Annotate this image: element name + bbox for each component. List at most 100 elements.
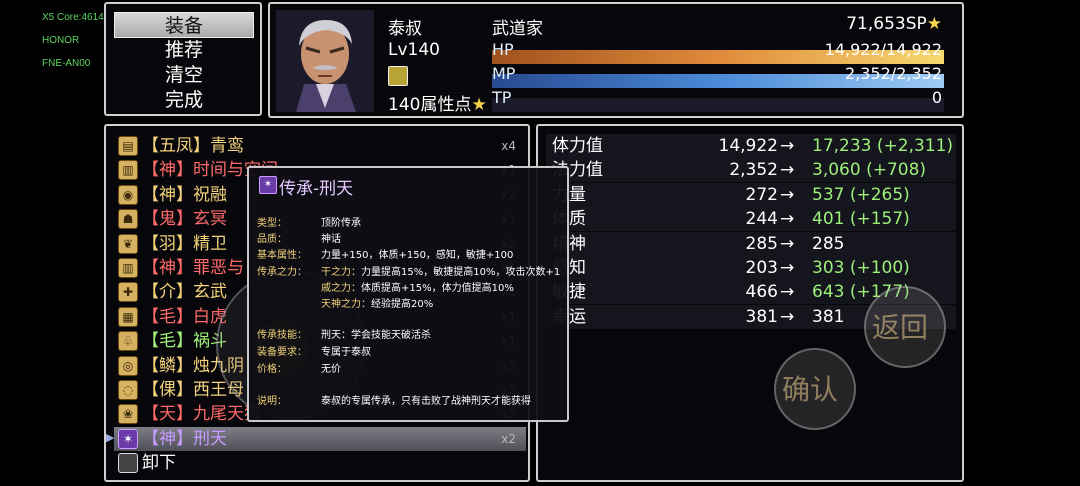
state-icon (388, 66, 408, 86)
param-arrow: → (780, 282, 795, 303)
unequip-row[interactable]: 卸下 (114, 451, 526, 475)
selection-cursor-icon: ▶ (106, 430, 115, 444)
device-brand-text: HONOR (42, 35, 80, 46)
eye-icon: ◉ (118, 184, 138, 205)
actor-level: Lv140 (388, 40, 440, 60)
actor-class: 武道家 (492, 19, 543, 39)
param-before: 203 (745, 258, 778, 278)
item-row[interactable]: ▤ 【五凤】青鸾 x4 (114, 134, 526, 158)
item-detail-tooltip: ✶ 传承-刑天 类型： 顶阶传承 品质： 神话 基本属性： 力量+150，体质+… (247, 166, 569, 422)
power-line-3: 天神之力：经验提高20% (321, 299, 434, 310)
param-after: 303 (+100) (812, 258, 910, 278)
mp-label: MP (492, 64, 516, 83)
type-label: 类型： (257, 218, 287, 229)
skill-label: 传承技能： (257, 330, 307, 341)
base-attr-value: 力量+150，体质+150，感知，敏捷+100 (321, 250, 514, 261)
unequip-label: 卸下 (142, 453, 176, 474)
device-core-text: X5 Core:46141 (42, 12, 110, 23)
hp-label: HP (492, 40, 514, 59)
tooltip-title: 传承-刑天 (279, 179, 354, 199)
wing-icon: ❦ (118, 233, 138, 254)
param-before: 2,352 (729, 160, 778, 181)
param-after: 285 (812, 233, 845, 254)
item-row[interactable]: ✶ 【神】刑天 x2 ▶ (106, 426, 526, 451)
hp-value: 14,922/14,922 (824, 40, 942, 59)
tp-value: 0 (931, 88, 942, 107)
param-before: 244 (745, 209, 778, 230)
actor-name: 泰叔 (388, 19, 422, 39)
param-name: 体力值 (552, 136, 603, 156)
item-name: 【神】罪恶与 (142, 258, 244, 278)
item-name: 【毛】白虎 (142, 306, 227, 327)
description-label: 说明： (257, 396, 287, 407)
command-menu: 装备 推荐 清空 完成 (104, 2, 262, 116)
actor-portrait (276, 10, 374, 112)
param-after: 537 (+265) (812, 184, 910, 205)
scroll-icon: ▤ (118, 136, 138, 156)
param-arrow: → (780, 306, 795, 327)
item-name: 【鬼】玄冥 (142, 209, 227, 230)
base-attr-label: 基本属性： (257, 250, 307, 261)
param-arrow: → (780, 184, 795, 205)
ghost-icon: ☗ (118, 209, 138, 230)
description-value: 泰叔的专属传承，只有击败了战神刑天才能获得 (321, 396, 531, 407)
item-name: 【羽】精卫 (142, 233, 227, 254)
price-value: 无价 (321, 364, 341, 375)
chest-icon: ▥ (118, 258, 138, 278)
confirm-button-label: 确认 (782, 373, 839, 406)
requirement-value: 专属于泰叔 (321, 347, 371, 358)
inheritance-icon: ✶ (259, 176, 277, 194)
chest-icon: ▥ (118, 160, 138, 181)
quality-value: 神话 (321, 234, 341, 245)
param-arrow: → (780, 136, 795, 156)
param-before: 14,922 (718, 136, 778, 156)
menu-clear[interactable]: 清空 (114, 62, 254, 88)
menu-recommend[interactable]: 推荐 (114, 37, 254, 63)
quality-label: 品质： (257, 234, 287, 245)
claw-icon: ▦ (118, 306, 138, 327)
requirement-label: 装备要求： (257, 347, 307, 358)
item-name: 【五凤】青鸾 (142, 136, 244, 156)
type-value: 顶阶传承 (321, 218, 361, 229)
price-label: 价格： (257, 364, 287, 375)
item-name: 【毛】祸斗 (142, 331, 227, 352)
skill-icon: ✶ (118, 428, 138, 449)
attribute-points: 140属性点★ (388, 95, 487, 115)
param-row: 感知 203 → 303 (+100) (546, 256, 956, 280)
param-arrow: → (780, 160, 795, 181)
skill-points: 71,653SP★ (846, 14, 942, 34)
param-before: 285 (745, 233, 778, 254)
actor-status-panel: 泰叔 Lv140 140属性点★ 武道家 71,653SP★ HP 14,922… (268, 2, 964, 118)
empty-slot-icon (118, 453, 138, 474)
item-count: x2 (501, 431, 516, 446)
param-after: 381 (812, 306, 845, 327)
param-arrow: → (780, 209, 795, 230)
tp-gauge (492, 98, 944, 112)
param-row: 精神 285 → 285 (546, 231, 956, 256)
param-row: 体力值 14,922 → 17,233 (+2,311) (546, 134, 956, 158)
tp-label: TP (492, 88, 512, 107)
param-before: 466 (745, 282, 778, 303)
menu-equip[interactable]: 装备 (114, 12, 254, 38)
fur-icon: ♧ (118, 331, 138, 352)
scale-icon: ◎ (118, 355, 138, 376)
param-after: 3,060 (+708) (812, 160, 927, 181)
param-before: 381 (745, 306, 778, 327)
param-row: 力量 272 → 537 (+265) (546, 182, 956, 207)
power-line-1: 干之力：力量提高15%，敏捷提高10%，攻击次数+1 (321, 267, 561, 278)
shell-icon: ✚ (118, 282, 138, 303)
item-count: x4 (501, 139, 516, 153)
menu-done[interactable]: 完成 (114, 87, 254, 113)
star-icon: ★ (471, 95, 487, 115)
param-arrow: → (780, 258, 795, 278)
param-row: 体质 244 → 401 (+157) (546, 207, 956, 232)
spiral-icon: ◌ (118, 380, 138, 400)
item-name: 【神】刑天 (142, 428, 227, 449)
sp-star-icon: ★ (926, 14, 942, 34)
skill-value: 刑天：学会技能天破活杀 (321, 330, 431, 341)
param-row: 法力值 2,352 → 3,060 (+708) (546, 158, 956, 183)
power-line-2: 戚之力：体质提高+15%，体力值提高10% (321, 283, 514, 294)
item-name: 【神】祝融 (142, 184, 227, 205)
param-after: 401 (+157) (812, 209, 910, 230)
param-after: 17,233 (+2,311) (812, 136, 954, 156)
